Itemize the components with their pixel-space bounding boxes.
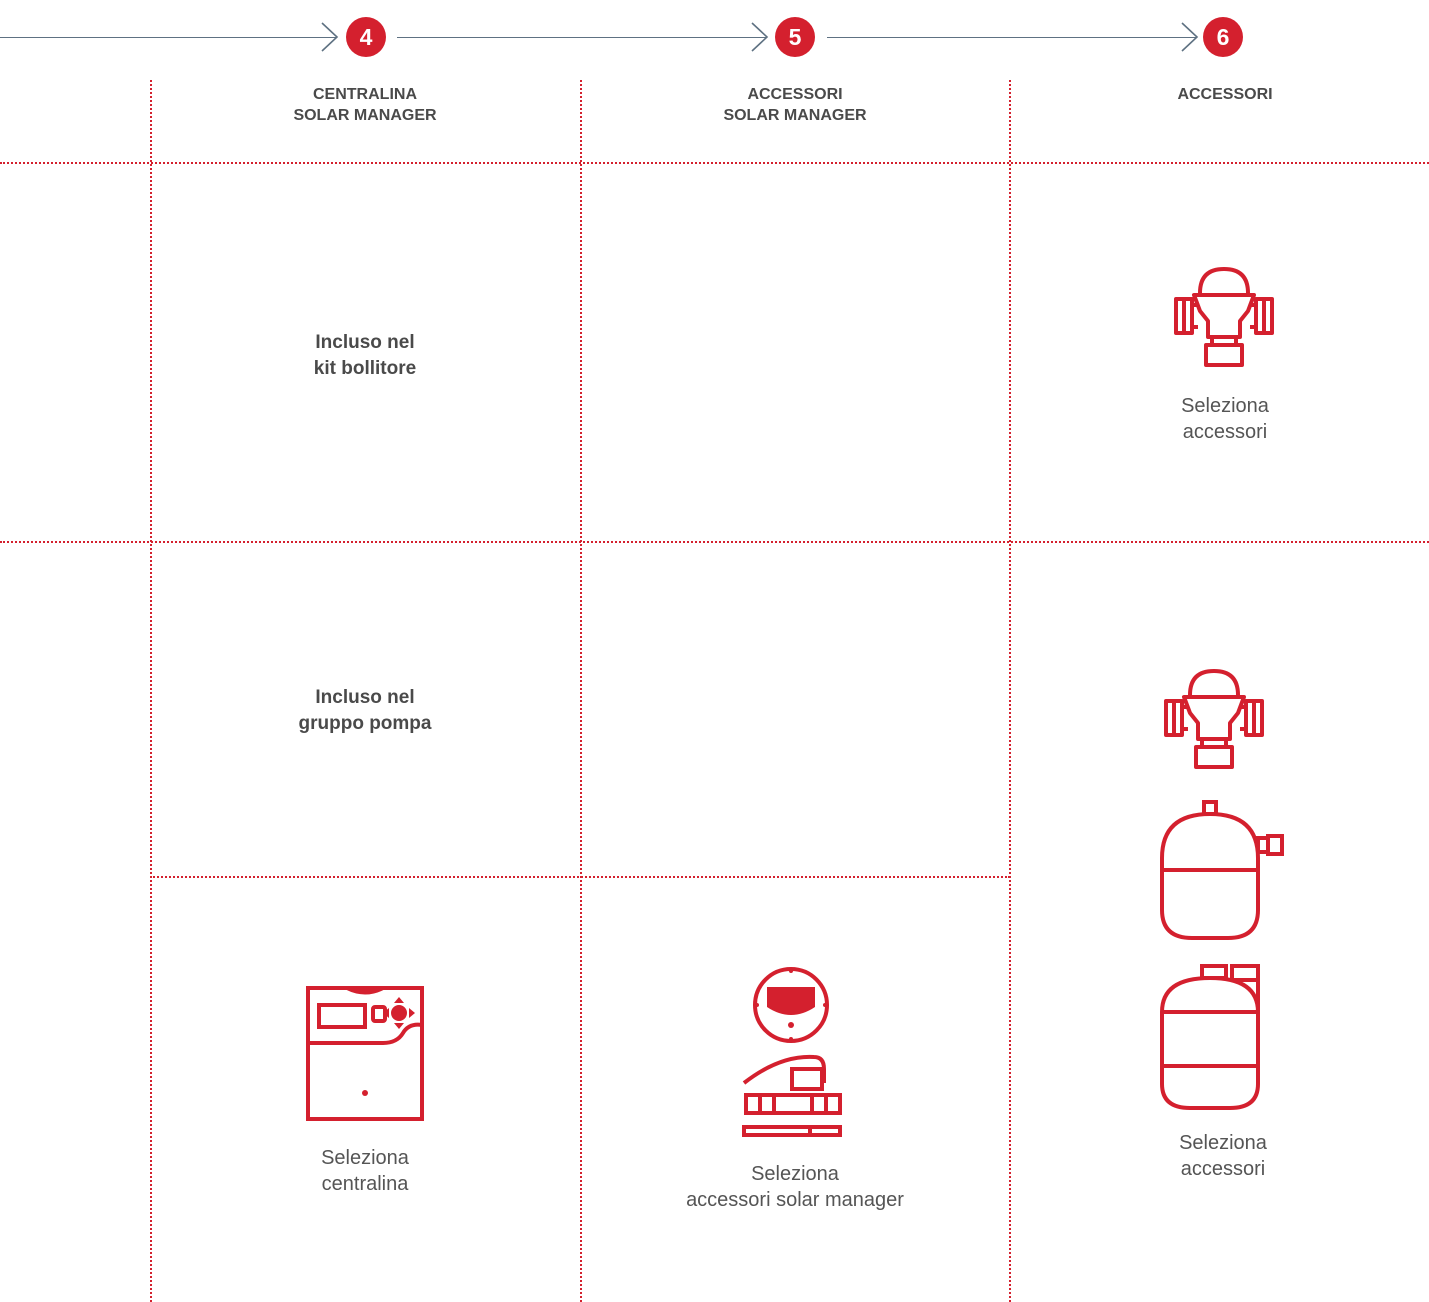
grid-divider bbox=[150, 80, 152, 1302]
arrow-head-icon bbox=[321, 22, 339, 52]
grid-divider bbox=[0, 162, 1429, 164]
mixing-valve-icon[interactable] bbox=[1162, 667, 1266, 773]
column-header-centralina: CENTRALINA SOLAR MANAGER bbox=[293, 86, 437, 124]
grid-divider bbox=[0, 541, 1429, 543]
step-badge-6[interactable]: 6 bbox=[1203, 17, 1243, 57]
tank-icon[interactable] bbox=[1158, 962, 1272, 1112]
step-connector bbox=[0, 37, 336, 38]
grid-divider bbox=[150, 876, 1010, 878]
select-controller-link[interactable]: Seleziona centralina bbox=[240, 1145, 490, 1197]
column-header-accessori: ACCESSORI bbox=[1177, 86, 1273, 103]
step-connector bbox=[827, 37, 1197, 38]
arrow-head-icon bbox=[751, 22, 769, 52]
grid-divider bbox=[1009, 80, 1011, 1302]
controller-icon[interactable] bbox=[305, 985, 425, 1122]
step-badge-4[interactable]: 4 bbox=[346, 17, 386, 57]
step-connector bbox=[397, 37, 767, 38]
solar-manager-accessories-icon[interactable] bbox=[740, 965, 846, 1140]
select-accessories-link[interactable]: Seleziona accessori bbox=[1098, 1130, 1348, 1182]
mixing-valve-icon[interactable] bbox=[1172, 265, 1276, 371]
arrow-head-icon bbox=[1181, 22, 1199, 52]
select-accessories-link[interactable]: Seleziona accessori bbox=[1100, 393, 1350, 445]
grid-divider bbox=[580, 80, 582, 1302]
included-note: Incluso nel gruppo pompa bbox=[298, 687, 432, 734]
step-badge-5[interactable]: 5 bbox=[775, 17, 815, 57]
included-note: Incluso nel kit bollitore bbox=[313, 332, 417, 379]
select-solar-manager-accessories-link[interactable]: Seleziona accessori solar manager bbox=[640, 1161, 950, 1213]
column-header-accessori-solar-manager: ACCESSORI SOLAR MANAGER bbox=[723, 86, 867, 124]
expansion-vessel-icon[interactable] bbox=[1158, 798, 1288, 942]
